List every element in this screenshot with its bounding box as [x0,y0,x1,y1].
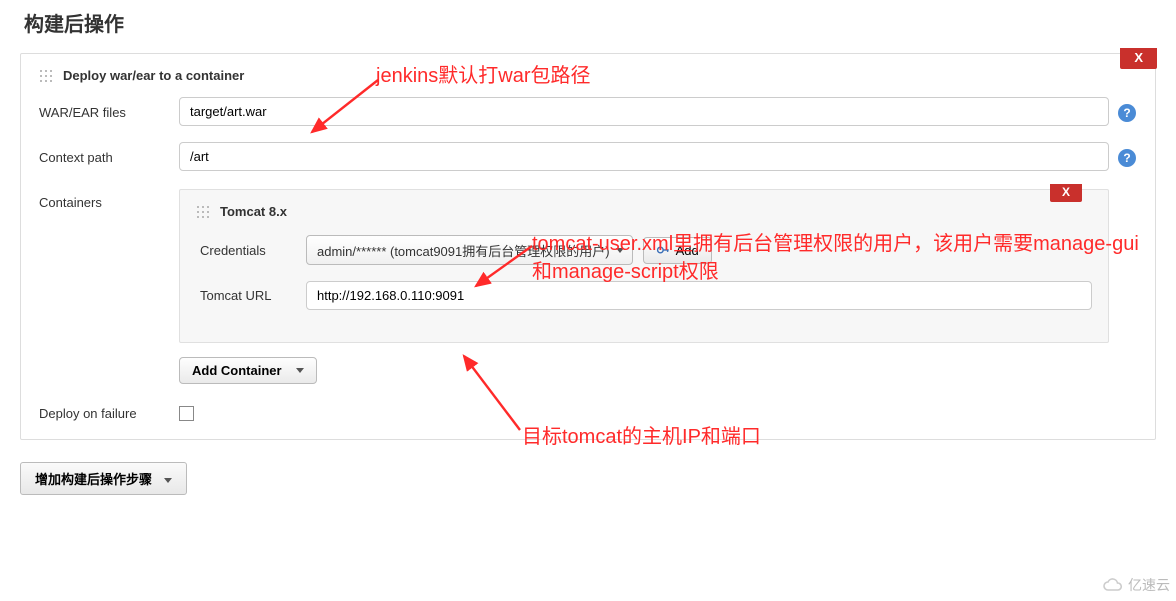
tomcat-container-block: X Tomcat 8.x Credentials admin/**** [179,189,1109,343]
credentials-selected-value: admin/****** (tomcat9091拥有后台管理权限的用户) [317,241,610,260]
add-post-build-step-button[interactable]: 增加构建后操作步骤 [20,462,187,495]
key-icon [656,243,670,257]
war-ear-label: WAR/EAR files [39,97,179,120]
add-container-button[interactable]: Add Container [179,357,317,384]
add-credentials-label: Add [676,243,699,258]
footer-brand: 亿速云 [1102,575,1170,595]
containers-label: Containers [39,187,179,210]
page-title: 构建后操作 [24,8,1156,37]
deploy-on-failure-checkbox[interactable] [179,406,194,421]
help-icon[interactable]: ? [1117,103,1137,123]
svg-text:?: ? [1123,151,1130,165]
drag-handle-icon[interactable] [196,205,210,219]
war-ear-input[interactable] [179,97,1109,126]
container-title: Tomcat 8.x [220,204,287,219]
deploy-on-failure-label: Deploy on failure [39,406,179,421]
tomcat-url-input[interactable] [306,281,1092,310]
close-container-button[interactable]: X [1050,184,1082,202]
add-container-label: Add Container [192,363,282,378]
context-path-input[interactable] [179,142,1109,171]
close-section-button[interactable]: X [1120,48,1157,69]
svg-text:?: ? [1123,106,1130,120]
add-post-build-step-label: 增加构建后操作步骤 [35,472,152,487]
help-icon[interactable]: ? [1117,148,1137,168]
tomcat-url-label: Tomcat URL [196,288,306,303]
section-title: Deploy war/ear to a container [63,68,244,83]
drag-handle-icon[interactable] [39,69,53,83]
context-path-label: Context path [39,142,179,165]
deploy-section: X Deploy war/ear to a container WAR/EAR … [20,53,1156,440]
add-credentials-button[interactable]: Add [643,237,712,264]
credentials-label: Credentials [196,243,306,258]
cloud-icon [1102,577,1124,593]
credentials-select[interactable]: admin/****** (tomcat9091拥有后台管理权限的用户) [306,235,633,265]
